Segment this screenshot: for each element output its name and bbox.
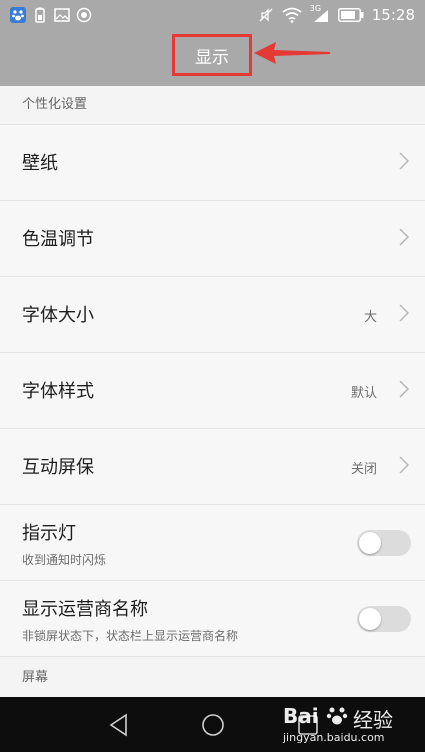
row-value: 默认 [350,386,377,401]
red-arrow-annotation [254,42,330,64]
row-font-style[interactable]: 字体样式 默认 [0,352,425,428]
page-title-highlight: 显示 [172,34,252,76]
toggle-knob [359,608,381,630]
page-title: 显示 [195,47,229,68]
watermark-brand-suffix: 经验 [353,708,393,732]
row-title: 字体大小 [22,305,94,326]
chevron-right-icon [399,228,409,246]
row-subtitle: 收到通知时闪烁 [22,553,107,567]
chevron-right-icon [399,380,409,398]
chevron-right-icon [399,304,409,322]
row-title: 互动屏保 [22,457,94,478]
section-header-screen: 屏幕 [0,656,425,697]
signal-icon: 3G [310,4,330,23]
baidu-paw-logo-icon [326,707,348,725]
baidu-paw-icon [10,7,26,23]
row-wallpaper[interactable]: 壁纸 [0,124,425,200]
row-interactive-screensaver[interactable]: 互动屏保 关闭 [0,428,425,504]
system-icons: 3G 15:28 [258,4,415,24]
status-clock: 15:28 [371,6,415,24]
row-title: 壁纸 [22,153,58,174]
row-title: 指示灯 [22,523,76,544]
baidu-jingyan-watermark: Bai 经验 jingyan.baidu.com [279,700,419,750]
indicator-light-toggle[interactable] [357,530,411,556]
row-subtitle: 非锁屏状态下，状态栏上显示运营商名称 [22,629,239,643]
watermark-brand: Bai [283,704,319,728]
chevron-right-icon [399,152,409,170]
row-indicator-light: 指示灯 收到通知时闪烁 [0,504,425,580]
mute-icon [259,8,273,22]
battery-icon [337,8,364,22]
watermark-url: jingyan.baidu.com [283,731,385,744]
row-title: 色温调节 [22,229,94,250]
row-font-size[interactable]: 字体大小 大 [0,276,425,352]
toggle-knob [359,532,381,554]
row-value: 关闭 [350,462,377,477]
record-icon [76,7,92,23]
row-title: 显示运营商名称 [22,599,148,620]
carrier-name-toggle[interactable] [357,606,411,632]
row-value: 大 [363,310,377,325]
title-bar: 显示 [0,32,425,86]
notification-icons [10,7,92,23]
back-icon[interactable] [108,713,130,737]
home-icon[interactable] [201,713,225,737]
battery-saver-icon [35,7,45,23]
wifi-icon [282,7,302,23]
row-carrier-name: 显示运营商名称 非锁屏状态下，状态栏上显示运营商名称 [0,580,425,656]
row-color-temperature[interactable]: 色温调节 [0,200,425,276]
chevron-right-icon [399,456,409,474]
section-header-personalization: 个性化设置 [0,86,425,124]
row-title: 字体样式 [22,381,94,402]
status-bar: 3G 15:28 [0,0,425,32]
image-icon [54,8,70,22]
